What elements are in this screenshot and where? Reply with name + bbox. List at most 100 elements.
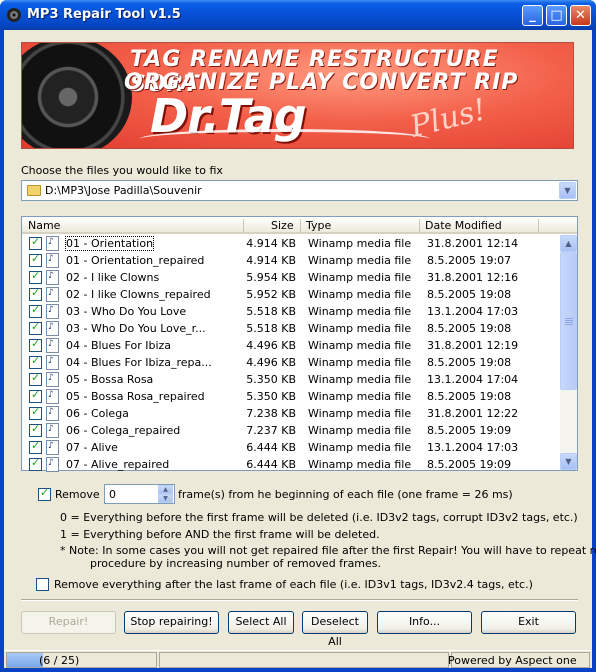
row-checkbox[interactable] [29, 303, 42, 318]
file-date: 31.8.2001 12:22 [427, 407, 519, 420]
audio-file-icon [46, 389, 59, 404]
table-row[interactable]: 07 - Alive_repaired 6.444 KB Winamp media … [22, 456, 560, 473]
row-checkbox[interactable] [29, 371, 42, 386]
table-row[interactable]: 04 - Blues For Ibiza_repa... 4.496 KB Wina… [22, 354, 560, 371]
file-date: 13.1.2004 17:04 [427, 373, 519, 386]
row-checkbox[interactable] [29, 456, 42, 471]
file-list[interactable]: Name Size Type Date Modified 01 - Orient… [21, 216, 578, 473]
minimize-button[interactable]: _ [522, 5, 543, 26]
row-checkbox[interactable] [29, 252, 42, 267]
repair-button[interactable]: Repair! [21, 611, 116, 634]
row-checkbox[interactable] [29, 337, 42, 352]
file-size: 6.444 KB [246, 458, 296, 471]
vertical-scrollbar[interactable]: ▲ ▼ [560, 235, 577, 470]
table-row[interactable]: 06 - Colega_repaired 7.237 KB Winamp media… [22, 422, 560, 439]
table-row[interactable]: 04 - Blues For Ibiza 4.496 KB Winamp media… [22, 337, 560, 354]
file-name[interactable]: 04 - Blues For Ibiza_repa... [66, 356, 212, 369]
table-row[interactable]: 05 - Bossa Rosa_repaired 5.350 KB Winamp m… [22, 388, 560, 405]
file-name[interactable]: 02 - I like Clowns_repaired [66, 288, 211, 301]
deselect-all-button[interactable]: Deselect All [302, 611, 368, 648]
file-name[interactable]: 06 - Colega [66, 407, 129, 420]
table-row[interactable]: 06 - Colega 7.238 KB Winamp media file 31.8… [22, 405, 560, 422]
table-row[interactable]: 02 - I like Clowns 5.954 KB Winamp media f… [22, 269, 560, 286]
chevron-down-icon[interactable]: ▼ [559, 182, 576, 199]
client-area: TAG RENAME RESTRUCTURE SORT ORGANIZE PLA… [4, 30, 596, 668]
file-name[interactable]: 03 - Who Do You Love_r... [66, 322, 206, 335]
info-button[interactable]: Info... [377, 611, 472, 634]
remove-after-label: Remove everything after the last frame o… [54, 578, 533, 591]
file-name[interactable]: 01 - Orientation_repaired [66, 254, 204, 267]
audio-file-icon [46, 270, 59, 285]
list-header: Name Size Type Date Modified [22, 217, 577, 234]
audio-file-icon [46, 406, 59, 421]
file-date: 31.8.2001 12:14 [427, 237, 519, 250]
file-name[interactable]: 02 - I like Clowns [66, 271, 159, 284]
row-checkbox[interactable] [29, 286, 42, 301]
window-title: MP3 Repair Tool v1.5 [27, 7, 181, 22]
row-checkbox[interactable] [29, 422, 42, 437]
file-name[interactable]: 06 - Colega_repaired [66, 424, 180, 437]
scroll-thumb[interactable] [560, 252, 577, 390]
file-name[interactable]: 04 - Blues For Ibiza [66, 339, 171, 352]
file-size: 5.518 KB [246, 305, 296, 318]
maximize-button[interactable]: □ [546, 5, 567, 26]
row-checkbox[interactable] [29, 354, 42, 369]
table-row[interactable]: 01 - Orientation_repaired 4.914 KB Winamp … [22, 252, 560, 269]
file-date: 8.5.2005 19:09 [427, 458, 512, 471]
row-checkbox[interactable] [29, 269, 42, 284]
table-row[interactable]: 01 - Orientation 4.914 KB Winamp media fil… [22, 235, 560, 252]
progress-fill [7, 653, 43, 667]
audio-file-icon [46, 236, 59, 251]
column-type[interactable]: Type [306, 219, 331, 232]
file-name[interactable]: 07 - Alive_repaired [66, 458, 169, 471]
note-star-a: * Note: In some cases you will not get r… [60, 544, 596, 557]
audio-file-icon [46, 321, 59, 336]
banner-plus: Plus! [406, 92, 490, 145]
file-type: Winamp media file [308, 458, 412, 471]
table-row[interactable]: 02 - I like Clowns_repaired 5.952 KB Winam… [22, 286, 560, 303]
row-checkbox[interactable] [29, 235, 42, 250]
frames-stepper[interactable]: 0 ▲ ▼ [104, 484, 175, 504]
file-name[interactable]: 05 - Bossa Rosa_repaired [66, 390, 205, 403]
remove-frames-checkbox[interactable] [38, 486, 51, 501]
column-size[interactable]: Size [271, 219, 294, 232]
column-date[interactable]: Date Modified [425, 219, 502, 232]
audio-file-icon [46, 372, 59, 387]
file-size: 5.350 KB [246, 373, 296, 386]
remove-label: Remove [55, 488, 100, 501]
scroll-down-icon[interactable]: ▼ [560, 453, 577, 470]
folder-combo[interactable]: D:\MP3\Jose Padilla\Souvenir ▼ [21, 180, 578, 201]
status-bar: (6 / 25) Powered by Aspect one [4, 650, 592, 668]
row-checkbox[interactable] [29, 439, 42, 454]
title-bar[interactable]: MP3 Repair Tool v1.5 _ □ ✕ [0, 0, 596, 30]
table-row[interactable]: 03 - Who Do You Love_r... 5.518 KB Winamp … [22, 320, 560, 337]
file-name[interactable]: 01 - Orientation [64, 236, 155, 251]
row-checkbox[interactable] [29, 388, 42, 403]
stepper-up-icon[interactable]: ▲ [158, 485, 173, 494]
stop-repairing-button[interactable]: Stop repairing! [124, 611, 219, 634]
drtag-banner[interactable]: TAG RENAME RESTRUCTURE SORT ORGANIZE PLA… [21, 42, 574, 149]
file-date: 13.1.2004 17:03 [427, 305, 519, 318]
powered-by-text: Powered by Aspect one [448, 654, 577, 667]
row-checkbox[interactable] [29, 405, 42, 420]
file-name[interactable]: 07 - Alive [66, 441, 118, 454]
progress-panel: (6 / 25) [6, 652, 157, 668]
column-name[interactable]: Name [28, 219, 60, 232]
remove-after-checkbox[interactable] [36, 578, 49, 591]
stepper-down-icon[interactable]: ▼ [158, 494, 173, 503]
close-button[interactable]: ✕ [570, 5, 591, 26]
select-all-button[interactable]: Select All [228, 611, 294, 634]
file-name[interactable]: 05 - Bossa Rosa [66, 373, 153, 386]
exit-button[interactable]: Exit [481, 611, 576, 634]
scroll-up-icon[interactable]: ▲ [560, 235, 577, 252]
frames-value[interactable]: 0 [109, 488, 116, 501]
table-row[interactable]: 03 - Who Do You Love 5.518 KB Winamp media… [22, 303, 560, 320]
divider [21, 599, 578, 601]
file-type: Winamp media file [308, 407, 412, 420]
row-checkbox[interactable] [29, 320, 42, 335]
file-name[interactable]: 03 - Who Do You Love [66, 305, 186, 318]
table-row[interactable]: 05 - Bossa Rosa 5.350 KB Winamp media file… [22, 371, 560, 388]
table-row[interactable]: 07 - Alive 6.444 KB Winamp media file 13.1.… [22, 439, 560, 456]
file-size: 6.444 KB [246, 441, 296, 454]
file-size: 5.952 KB [246, 288, 296, 301]
